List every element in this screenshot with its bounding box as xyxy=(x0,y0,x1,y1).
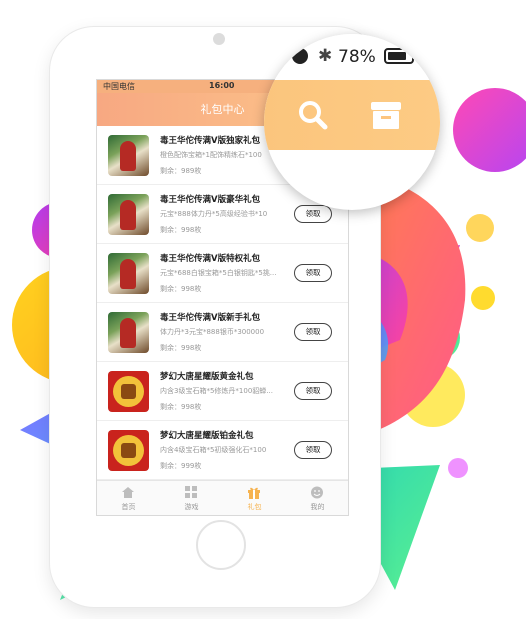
tab-home[interactable]: 首页 xyxy=(97,481,160,515)
carrier-label: 中国电信 xyxy=(103,82,135,91)
gift-name: 梦幻大唐星耀版铂金礼包 xyxy=(160,431,254,441)
gift-name: 毒王华佗传满V版豪华礼包 xyxy=(160,195,261,205)
alarm-icon xyxy=(292,48,308,64)
gift-remaining: 剩余：998枚 xyxy=(160,403,202,411)
claim-button[interactable]: 领取 xyxy=(294,382,332,400)
grid-icon xyxy=(185,486,197,498)
bluetooth-icon: ✱ xyxy=(318,46,333,66)
gift-remaining: 剩余：998枚 xyxy=(160,285,202,293)
gift-remaining: 剩余：999枚 xyxy=(160,462,202,470)
tab-games-label: 游戏 xyxy=(184,503,199,511)
smile-icon xyxy=(311,486,323,499)
gift-row[interactable]: 毒王华佗传满V版新手礼包 体力丹*3元宝*888银币*300000 剩余：998枚 领… xyxy=(97,303,348,362)
gift-row[interactable]: 梦幻大唐星耀版铂金礼包内含4级宝石箱*5初级强化石*100 剩余：999枚 领取 xyxy=(97,421,348,480)
game-icon xyxy=(108,312,149,353)
gift-name: 毒王华佗传满V版独家礼包 xyxy=(160,136,261,146)
game-icon xyxy=(108,371,149,412)
gift-row[interactable]: 梦幻大唐星耀版黄金礼包内含3级宝石箱*5修炼丹*100貂蝉... 剩余：998枚 领… xyxy=(97,362,348,421)
gift-description: 元宝*888体力丹*5高级经验书*10 xyxy=(160,210,268,218)
tab-bar: 首页 游戏 礼包 我的 xyxy=(97,480,348,515)
phone-camera xyxy=(213,33,225,45)
gift-description: 体力丹*3元宝*888银币*300000 xyxy=(160,328,265,336)
gift-remaining: 剩余：998枚 xyxy=(160,344,202,352)
claim-button[interactable]: 领取 xyxy=(294,264,332,282)
battery-icon-large xyxy=(384,48,414,64)
gift-description: 内含3级宝石箱*5修炼丹*100貂蝉... xyxy=(160,387,273,395)
gift-description: 内含4级宝石箱*5初级强化石*100 xyxy=(160,446,267,454)
magnifier-callout: ✱ 78% xyxy=(264,34,440,210)
home-icon xyxy=(122,487,134,498)
gift-icon xyxy=(248,487,260,499)
tab-home-label: 首页 xyxy=(121,503,136,511)
gift-box-icon[interactable] xyxy=(370,100,402,130)
game-icon xyxy=(108,430,149,471)
gift-name: 毒王华佗传满V版新手礼包 xyxy=(160,313,261,323)
tab-gifts-label: 礼包 xyxy=(247,503,262,511)
gift-description: 元宝*688白银宝箱*5白银钥匙*5挑... xyxy=(160,269,277,277)
claim-button[interactable]: 领取 xyxy=(294,323,332,341)
home-button[interactable] xyxy=(196,520,246,570)
clock: 16:00 xyxy=(209,81,235,90)
game-icon xyxy=(108,253,149,294)
gift-remaining: 剩余：998枚 xyxy=(160,226,202,234)
game-icon xyxy=(108,194,149,235)
gift-remaining: 剩余：989枚 xyxy=(160,167,202,175)
tab-gifts[interactable]: 礼包 xyxy=(223,481,286,515)
gift-row[interactable]: 毒王华佗传满V版特权礼包元宝*688白银宝箱*5白银钥匙*5挑... 剩余：998… xyxy=(97,244,348,303)
gift-name: 毒王华佗传满V版特权礼包 xyxy=(160,254,261,264)
search-icon[interactable] xyxy=(298,100,328,130)
battery-percentage: 78% xyxy=(338,47,376,67)
tab-mine[interactable]: 我的 xyxy=(286,481,348,515)
magnified-status-bar: ✱ 78% xyxy=(264,34,440,80)
magnified-header xyxy=(264,80,440,150)
claim-button[interactable]: 领取 xyxy=(294,205,332,223)
claim-button[interactable]: 领取 xyxy=(294,441,332,459)
gift-name: 梦幻大唐星耀版黄金礼包 xyxy=(160,372,254,382)
tab-games[interactable]: 游戏 xyxy=(160,481,223,515)
tab-mine-label: 我的 xyxy=(310,503,325,511)
game-icon xyxy=(108,135,149,176)
